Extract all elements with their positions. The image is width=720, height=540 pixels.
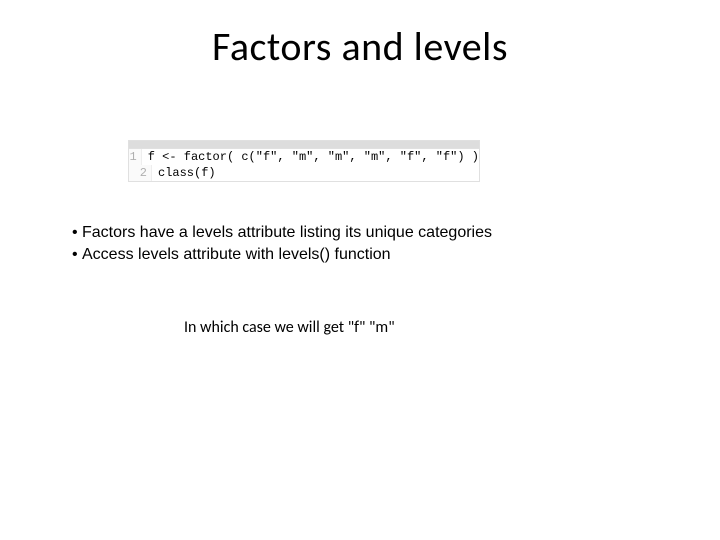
code-line: 1 f <- factor( c("f", "m", "m", "m", "f"… (129, 149, 479, 165)
bullet-item: • Access levels attribute with levels() … (72, 244, 492, 266)
bullet-dot-icon: • (72, 244, 82, 266)
bullet-dot-icon: • (72, 222, 82, 244)
code-line: 2 class(f) (129, 165, 479, 181)
code-text: f <- factor( c("f", "m", "m", "m", "f", … (142, 149, 479, 165)
bullet-text: Access levels attribute with levels() fu… (82, 244, 391, 266)
bullet-item: • Factors have a levels attribute listin… (72, 222, 492, 244)
line-number: 2 (129, 165, 152, 181)
code-block: 1 f <- factor( c("f", "m", "m", "m", "f"… (128, 140, 480, 182)
code-header (129, 141, 479, 149)
code-text: class(f) (152, 165, 216, 181)
line-number: 1 (129, 149, 142, 165)
caption-text: In which case we will get "f" "m" (184, 318, 395, 337)
bullet-text: Factors have a levels attribute listing … (82, 222, 492, 244)
slide-title: Factors and levels (0, 22, 720, 71)
slide: Factors and levels 1 f <- factor( c("f",… (0, 0, 720, 540)
bullet-list: • Factors have a levels attribute listin… (72, 222, 492, 265)
